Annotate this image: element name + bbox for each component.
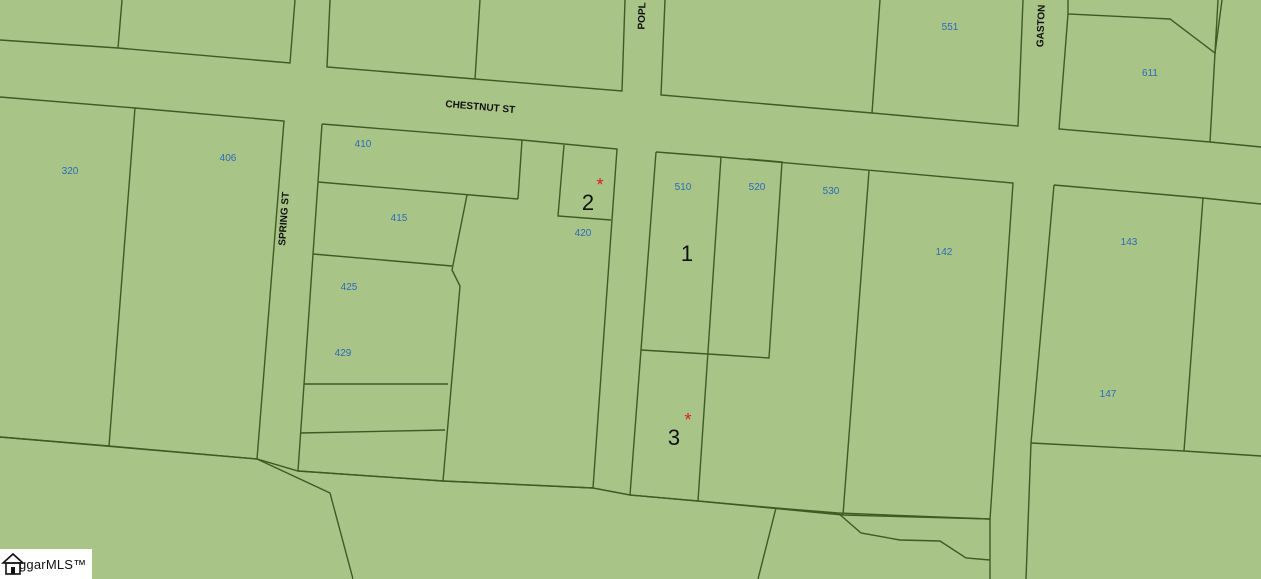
mls-logo: ggarMLS™ — [0, 549, 92, 579]
parcel-label-420: 420 — [575, 228, 592, 239]
parcel-label-530: 530 — [823, 186, 840, 197]
star-marker-3: * — [684, 410, 691, 430]
star-marker-2: * — [596, 175, 603, 195]
street-label-poplar: POPL — [637, 2, 649, 30]
marker-3: 3 — [668, 425, 680, 450]
parcel-map[interactable]: CHESTNUT ST SPRING ST POPL GASTON 320 40… — [0, 0, 1261, 579]
parcel-label-143: 143 — [1121, 237, 1138, 248]
parcel-label-406: 406 — [220, 153, 237, 164]
parcel-label-510: 510 — [675, 182, 692, 193]
marker-2: 2 — [582, 190, 594, 215]
parcel-label-425: 425 — [341, 282, 358, 293]
parcel-label-415: 415 — [391, 213, 408, 224]
parcel-label-410: 410 — [355, 139, 372, 150]
parcel-label-520: 520 — [749, 182, 766, 193]
parcel-label-147: 147 — [1100, 389, 1117, 400]
parcel-label-611: 611 — [1142, 68, 1158, 79]
mls-logo-text: ggarMLS™ — [19, 556, 87, 572]
parcel-label-429: 429 — [335, 348, 352, 359]
parcel-label-320: 320 — [62, 166, 79, 177]
marker-1: 1 — [681, 241, 693, 266]
street-label-gaston: GASTON — [1035, 4, 1047, 47]
parcel-label-142: 142 — [936, 247, 953, 258]
parcel-label-551: 551 — [942, 22, 959, 33]
